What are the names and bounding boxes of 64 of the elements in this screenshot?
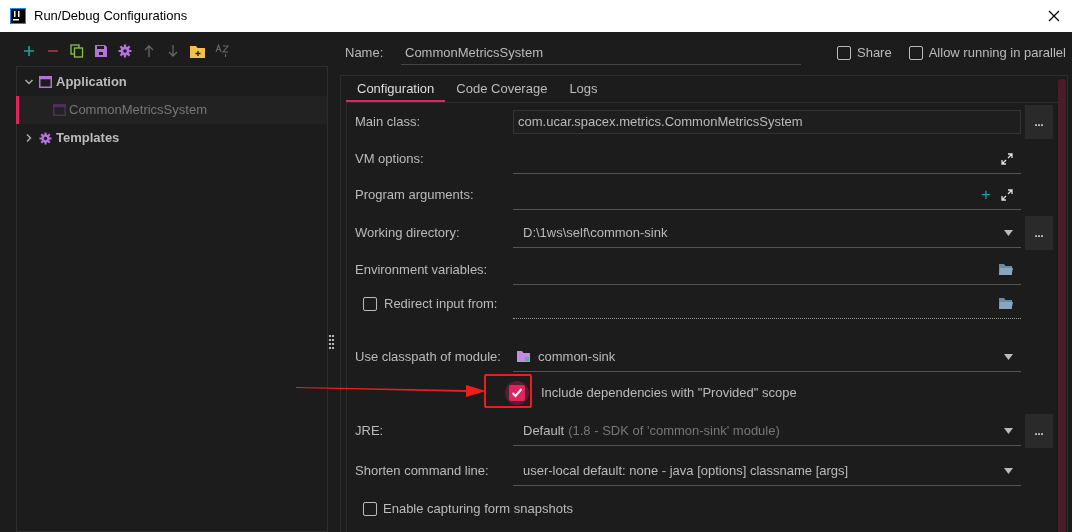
checkbox[interactable] — [363, 502, 377, 516]
field-label: JRE: — [355, 422, 384, 441]
field-label: Use classpath of module: — [355, 348, 501, 367]
expand-icon[interactable] — [1001, 188, 1013, 201]
dropdown[interactable]: Default (1.8 - SDK of 'common-sink' module) — [513, 416, 1021, 446]
tab[interactable]: Logs — [558, 77, 609, 102]
field-label: VM options: — [355, 150, 424, 169]
browse-button[interactable]: ... — [1025, 414, 1053, 448]
dropdown[interactable]: user-local default: none - java [options] classname [args] — [513, 456, 1021, 486]
browse-button[interactable]: ... — [1025, 105, 1053, 139]
window-title: Run/Debug Configurations — [34, 7, 188, 26]
dropdown[interactable]: D:\1ws\self\common-sink — [513, 218, 1021, 248]
hint-text: (1.8 - SDK of 'common-sink' module) — [568, 421, 780, 440]
tab[interactable]: Code Coverage — [445, 77, 559, 102]
caret-icon[interactable] — [1004, 229, 1013, 236]
checkbox[interactable] — [908, 46, 923, 60]
tree-item[interactable]: CommonMetricsSystem — [16, 96, 327, 124]
name-field[interactable]: CommonMetricsSystem — [401, 41, 801, 65]
gear-icon — [39, 131, 52, 145]
save-icon[interactable] — [94, 44, 108, 58]
field-label: Working directory: — [355, 224, 460, 243]
sort-icon[interactable] — [215, 44, 229, 58]
folder-icon[interactable] — [999, 264, 1013, 275]
new-folder-icon[interactable] — [190, 44, 205, 58]
checkbox-label: Share — [857, 44, 892, 63]
tab[interactable]: Configuration — [346, 77, 446, 102]
field-label: Shorten command line: — [355, 462, 489, 481]
arrow-down-icon[interactable] — [166, 44, 180, 58]
add-icon[interactable] — [22, 44, 36, 58]
dropdown[interactable]: common-sink — [513, 342, 1021, 372]
checkbox[interactable] — [363, 297, 377, 311]
folder-icon[interactable] — [999, 298, 1013, 309]
caret-icon[interactable] — [1004, 427, 1013, 434]
checkbox-label: Include dependencies with "Provided" scope — [541, 384, 797, 403]
text-field[interactable]: com.ucar.spacex.metrics.CommonMetricsSystem — [513, 110, 1021, 134]
copy-icon[interactable] — [70, 44, 84, 58]
name-label: Name: — [345, 44, 385, 63]
add-button[interactable]: + — [981, 186, 991, 203]
caret-icon[interactable] — [1004, 467, 1013, 474]
scrollbar[interactable] — [1058, 79, 1066, 532]
tree-item[interactable]: Templates — [56, 128, 120, 148]
checkbox[interactable] — [505, 381, 529, 405]
field-label: Redirect input from: — [384, 295, 498, 314]
expand-icon[interactable] — [1001, 152, 1013, 165]
splitter-grip-icon[interactable] — [329, 335, 334, 349]
arrow-up-icon[interactable] — [142, 44, 156, 58]
checkbox-label: Allow running in parallel — [928, 44, 1066, 63]
browse-button[interactable]: ... — [1025, 216, 1053, 250]
close-icon[interactable] — [1048, 10, 1060, 22]
checkbox-label: Enable capturing form snapshots — [383, 500, 574, 519]
field-label: Program arguments: — [355, 186, 474, 205]
chevron-down-icon[interactable] — [23, 77, 35, 87]
input-field[interactable]: + — [513, 180, 1021, 210]
field-label: Environment variables: — [355, 261, 488, 280]
checkbox[interactable] — [837, 46, 851, 60]
tree-item[interactable]: Application — [56, 72, 127, 92]
app-icon — [10, 8, 26, 24]
caret-icon[interactable] — [1004, 353, 1013, 360]
settings-icon[interactable] — [118, 44, 132, 58]
highlight-frame — [484, 374, 532, 408]
window-icon — [53, 104, 66, 116]
window-icon — [39, 76, 52, 88]
folder-icon — [517, 351, 530, 362]
field-label: Main class: — [355, 113, 421, 132]
